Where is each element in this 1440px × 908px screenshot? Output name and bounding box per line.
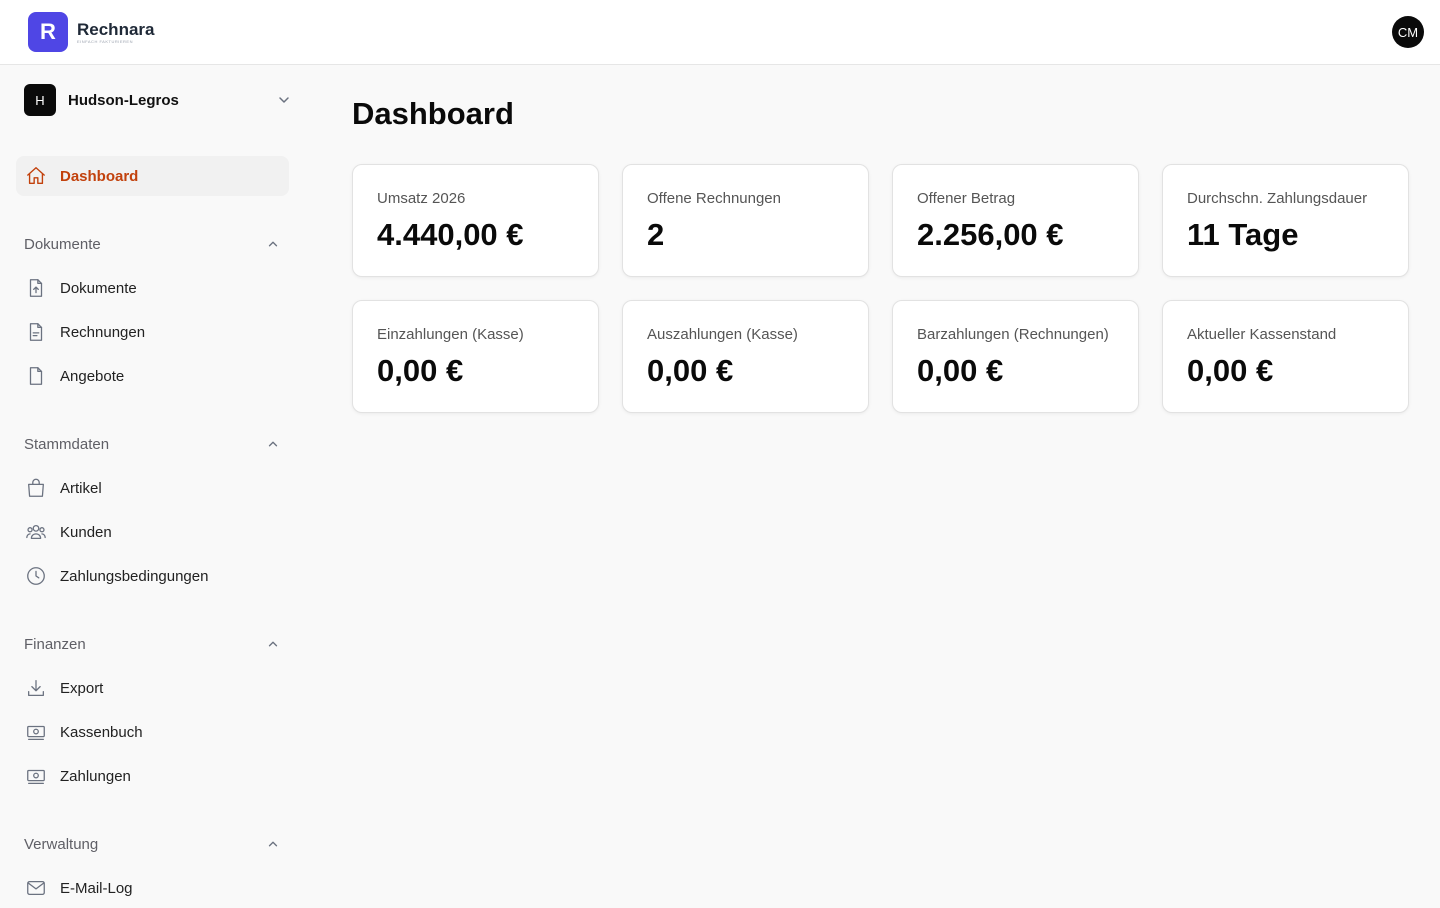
- section-stammdaten[interactable]: Stammdaten: [24, 432, 280, 456]
- shopping-bag-icon: [24, 476, 48, 500]
- section-verwaltung[interactable]: Verwaltung: [24, 832, 280, 856]
- organization-switcher[interactable]: H Hudson-Legros: [24, 84, 294, 116]
- chevron-down-icon: [279, 97, 289, 103]
- stat-value: 0,00 €: [647, 353, 734, 388]
- download-icon: [24, 676, 48, 700]
- sidebar-item-label: Angebote: [60, 367, 125, 385]
- sidebar-item-label: Export: [60, 679, 104, 697]
- stat-card: Barzahlungen (Rechnungen) 0,00 €: [892, 300, 1139, 413]
- section-title: Dokumente: [24, 235, 101, 253]
- sidebar-item-dokumente[interactable]: Dokumente: [16, 268, 289, 308]
- chevron-up-icon: [268, 841, 278, 847]
- stat-value: 0,00 €: [377, 353, 464, 388]
- logo-mark: R: [28, 12, 68, 52]
- logo-text: Rechnara EINFACH FAKTURIEREN: [77, 19, 155, 44]
- sidebar-item-label: Artikel: [60, 479, 102, 497]
- section-finanzen[interactable]: Finanzen: [24, 632, 280, 656]
- page-title: Dashboard: [352, 96, 514, 131]
- chevron-up-icon: [268, 241, 278, 247]
- sidebar-item-label: Rechnungen: [60, 323, 146, 341]
- stat-label: Aktueller Kassenstand: [1187, 326, 1337, 343]
- stat-value: 4.440,00 €: [377, 217, 524, 252]
- stat-card: Einzahlungen (Kasse) 0,00 €: [352, 300, 599, 413]
- sidebar-item-kunden[interactable]: Kunden: [16, 512, 289, 552]
- sidebar-item-dashboard[interactable]: Dashboard: [16, 156, 289, 196]
- stat-label: Offener Betrag: [917, 190, 1016, 207]
- home-icon: [24, 164, 48, 188]
- stat-label: Offene Rechnungen: [647, 190, 781, 207]
- app-logo[interactable]: R Rechnara EINFACH FAKTURIEREN: [28, 12, 154, 52]
- clock-icon: [24, 564, 48, 588]
- stat-value: 11 Tage: [1187, 217, 1299, 252]
- sidebar-item-label: Kassenbuch: [60, 723, 143, 741]
- chevron-up-icon: [268, 641, 278, 647]
- section-title: Verwaltung: [24, 835, 99, 853]
- stat-label: Umsatz 2026: [377, 190, 466, 207]
- banknote-icon: [24, 764, 48, 788]
- section-title: Finanzen: [24, 635, 86, 653]
- file-text-icon: [24, 320, 48, 344]
- stat-card: Offene Rechnungen 2: [622, 164, 869, 277]
- stat-label: Auszahlungen (Kasse): [647, 326, 798, 343]
- user-avatar[interactable]: CM: [1392, 16, 1424, 48]
- sidebar-item-artikel[interactable]: Artikel: [16, 468, 289, 508]
- sidebar-item-rechnungen[interactable]: Rechnungen: [16, 312, 289, 352]
- stat-label: Durchschn. Zahlungsdauer: [1187, 190, 1368, 207]
- stat-value: 2.256,00 €: [917, 217, 1064, 252]
- chevron-up-icon: [268, 441, 278, 447]
- sidebar-item-angebote[interactable]: Angebote: [16, 356, 289, 396]
- sidebar-item-zahlungsbedingungen[interactable]: Zahlungsbedingungen: [16, 556, 289, 596]
- top-bar: R Rechnara EINFACH FAKTURIEREN CM: [0, 0, 1440, 65]
- app-name: Rechnara: [77, 19, 155, 39]
- file-upload-icon: [24, 276, 48, 300]
- stat-value: 2: [647, 217, 665, 252]
- organization-badge: H: [24, 84, 56, 116]
- sidebar-item-label: Zahlungsbedingungen: [60, 567, 209, 585]
- stat-value: 0,00 €: [1187, 353, 1274, 388]
- app-tagline: EINFACH FAKTURIEREN: [77, 38, 133, 44]
- stat-card: Umsatz 2026 4.440,00 €: [352, 164, 599, 277]
- sidebar-item-label: Dashboard: [60, 167, 139, 185]
- stat-value: 0,00 €: [917, 353, 1004, 388]
- sidebar-item-label: Dokumente: [60, 279, 137, 297]
- file-icon: [24, 364, 48, 388]
- sidebar-item-label: Zahlungen: [60, 767, 131, 785]
- stat-label: Barzahlungen (Rechnungen): [917, 326, 1109, 343]
- sidebar: H Hudson-Legros Dashboard Dokumente Doku…: [0, 65, 305, 900]
- sidebar-item-label: Kunden: [60, 523, 112, 541]
- section-dokumente[interactable]: Dokumente: [24, 232, 280, 256]
- stat-label: Einzahlungen (Kasse): [377, 326, 524, 343]
- section-title: Stammdaten: [24, 435, 110, 453]
- sidebar-item-kassenbuch[interactable]: Kassenbuch: [16, 712, 289, 752]
- sidebar-item-label: E-Mail-Log: [60, 879, 133, 897]
- stat-card: Durchschn. Zahlungsdauer 11 Tage: [1162, 164, 1409, 277]
- stat-card: Offener Betrag 2.256,00 €: [892, 164, 1139, 277]
- organization-name: Hudson-Legros: [68, 91, 179, 109]
- stat-card: Auszahlungen (Kasse) 0,00 €: [622, 300, 869, 413]
- banknote-icon: [24, 720, 48, 744]
- stat-card: Aktueller Kassenstand 0,00 €: [1162, 300, 1409, 413]
- mail-icon: [24, 876, 48, 900]
- users-icon: [24, 520, 48, 544]
- sidebar-item-email-log[interactable]: E-Mail-Log: [16, 868, 289, 908]
- sidebar-item-export[interactable]: Export: [16, 668, 289, 708]
- sidebar-item-zahlungen[interactable]: Zahlungen: [16, 756, 289, 796]
